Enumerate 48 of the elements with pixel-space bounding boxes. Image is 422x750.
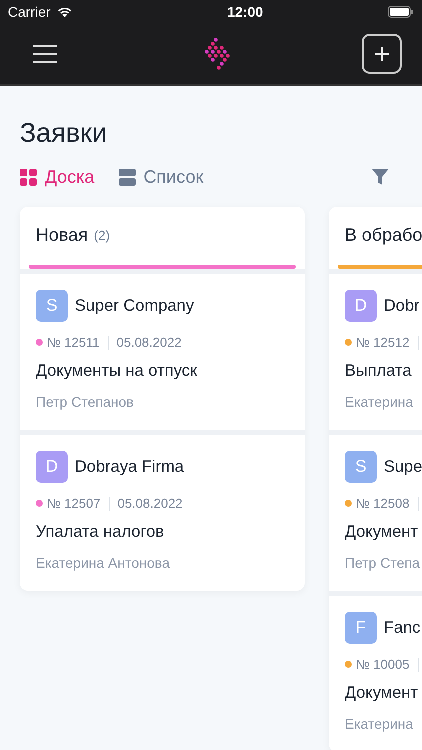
- request-number: № 12507: [47, 496, 101, 511]
- assignee-name: Екатерина: [345, 394, 414, 410]
- assignee-name: Петр Степа: [345, 555, 421, 571]
- request-card[interactable]: D Dobraya Firma № 12507 05.08.2022 Упалата налогов Екатерина Антонова: [20, 435, 305, 591]
- request-date: 05.08.2022: [116, 335, 182, 350]
- request-card[interactable]: F Fanc № 10005 Документ Екатерина: [329, 596, 422, 750]
- avatar-initial: S: [36, 290, 68, 322]
- add-button[interactable]: [362, 34, 402, 74]
- company-name: Super Company: [75, 296, 194, 316]
- request-card[interactable]: S Supe № 12508 Документ Петр Степа: [329, 435, 422, 591]
- view-tab[interactable]: Список: [118, 166, 204, 188]
- carrier-label: Carrier: [8, 4, 51, 20]
- avatar-initial: D: [345, 290, 377, 322]
- column-title: В обрабо: [345, 224, 422, 246]
- request-title: Документы на отпуск: [36, 362, 198, 381]
- company-name: Dobr: [384, 296, 420, 316]
- wifi-icon: [56, 6, 73, 18]
- request-number: № 12512: [356, 335, 410, 350]
- request-date: 05.08.2022: [118, 496, 183, 511]
- request-title: Документ: [345, 523, 420, 542]
- assignee-name: Екатерина Антонова: [36, 555, 171, 571]
- request-card[interactable]: S Super Company № 12511 05.08.2022 Документы на отпуск Петр Степанов: [20, 274, 305, 430]
- request-title: Упалата налогов: [36, 523, 166, 542]
- request-title: Документ: [345, 684, 420, 703]
- view-tab[interactable]: Доска: [20, 166, 95, 188]
- column-title: Новая: [36, 224, 88, 246]
- request-number: № 12511: [47, 335, 100, 350]
- request-title: Выплата: [345, 362, 413, 381]
- assignee-name: Екатерина: [345, 716, 414, 732]
- company-name: Dobraya Firma: [75, 458, 184, 476]
- avatar-initial: S: [345, 451, 377, 483]
- page-title: Заявки: [20, 117, 108, 150]
- filter-icon[interactable]: [372, 168, 389, 186]
- request-card[interactable]: D Dobr № 12512 Выплата Екатерина: [329, 274, 422, 430]
- company-name: Supe: [384, 458, 422, 476]
- plus-icon: [375, 47, 389, 61]
- avatar-initial: F: [345, 612, 377, 644]
- column-count: (2): [94, 228, 110, 242]
- request-number: № 12508: [356, 496, 410, 511]
- list-icon: [118, 168, 136, 186]
- grid-icon: [20, 168, 37, 186]
- clock-time: 12:00: [227, 4, 264, 20]
- avatar-initial: D: [36, 451, 68, 483]
- company-name: Fanc: [384, 618, 421, 638]
- assignee-name: Петр Степанов: [36, 394, 135, 410]
- battery-icon: [388, 6, 414, 18]
- menu-button[interactable]: [32, 44, 58, 64]
- request-number: № 10005: [356, 657, 410, 672]
